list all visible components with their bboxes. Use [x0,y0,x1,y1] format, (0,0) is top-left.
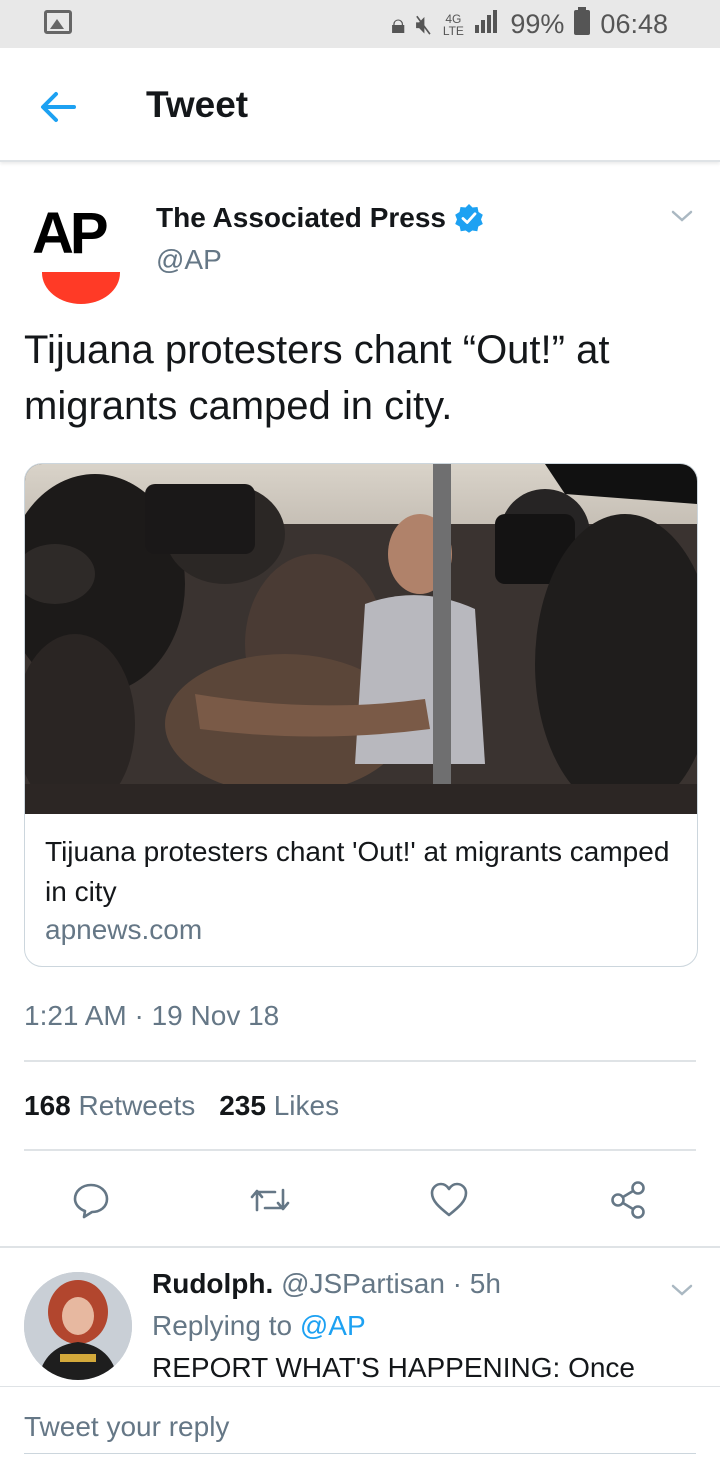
network-label: 4G LTE [442,11,464,38]
reply-text: REPORT WHAT'S HAPPENING: Once [152,1352,635,1383]
replying-to-mention[interactable]: @AP [300,1310,366,1341]
author-avatar[interactable]: AP [32,200,132,304]
retweet-button[interactable] [240,1170,300,1230]
image-notification-icon [44,10,72,34]
page-title: Tweet [146,84,249,125]
chevron-down-icon[interactable] [668,202,696,230]
divider [24,1060,696,1062]
mute-icon: 🔇︎ [415,8,433,39]
protest-photo [25,464,697,814]
tweet-author: AP The Associated Press @AP [24,190,696,304]
verified-badge-icon [455,204,483,233]
lock-icon: 🔒︎ [390,8,406,39]
reply-input[interactable] [24,1401,696,1454]
tweet-timestamp: 1:21 AM · 19 Nov 18 [24,1000,280,1031]
retweets-label: Retweets [78,1090,196,1121]
tweet-actions [0,1170,720,1230]
share-icon [611,1181,645,1219]
like-button[interactable] [419,1170,479,1230]
status-indicators: 🔒︎ 🔇︎ 4G LTE 99% 06:48 [391,7,668,42]
heart-icon [430,1182,468,1217]
likes-stat[interactable]: 235 Likes [219,1090,339,1122]
avatar-image [24,1272,132,1380]
likes-label: Likes [273,1090,340,1121]
back-button[interactable] [34,82,84,132]
reply-icon [73,1183,109,1219]
reply-button[interactable] [61,1170,121,1230]
link-card[interactable]: Tijuana protesters chant 'Out!' at migra… [24,463,698,967]
card-title: Tijuana protesters chant 'Out!' at migra… [45,836,670,907]
divider [24,1149,696,1151]
share-button[interactable] [598,1170,658,1230]
retweets-count: 168 [24,1090,71,1121]
battery-icon [574,7,591,42]
author-handle[interactable]: @AP [156,244,222,276]
tweet-stats: 168 Retweets 235 Likes [24,1090,339,1122]
reply-composer [0,1386,720,1481]
status-bar: 🔒︎ 🔇︎ 4G LTE 99% 06:48 [0,0,720,48]
retweets-stat[interactable]: 168 Retweets [24,1090,195,1122]
ap-logo-text: AP [32,201,109,266]
likes-count: 235 [219,1090,266,1121]
back-arrow-icon [41,92,76,122]
battery-percent: 99% [510,9,565,39]
tweet-text: Tijuana protesters chant “Out!” at migra… [24,328,610,428]
reply-header: Rudolph. @JSPartisan · 5h [152,1268,501,1300]
card-domain: apnews.com [45,914,203,945]
reply-tweet[interactable]: Rudolph. @JSPartisan · 5h Replying to @A… [0,1248,720,1388]
ap-logo-arc [42,272,120,304]
clock: 06:48 [600,9,668,39]
replying-to-label: Replying to [152,1310,293,1341]
author-name[interactable]: The Associated Press [156,202,484,234]
card-image [25,464,697,814]
replying-to: Replying to @AP [152,1310,366,1342]
signal-icon [474,9,500,40]
author-name-text: The Associated Press [156,202,446,233]
reply-handle-time: @JSPartisan · 5h [281,1268,501,1299]
app-bar: Tweet [0,48,720,162]
retweet-icon [250,1188,290,1212]
reply-avatar[interactable] [24,1272,132,1380]
chevron-down-icon[interactable] [668,1276,696,1304]
reply-author-name[interactable]: Rudolph. [152,1268,273,1299]
